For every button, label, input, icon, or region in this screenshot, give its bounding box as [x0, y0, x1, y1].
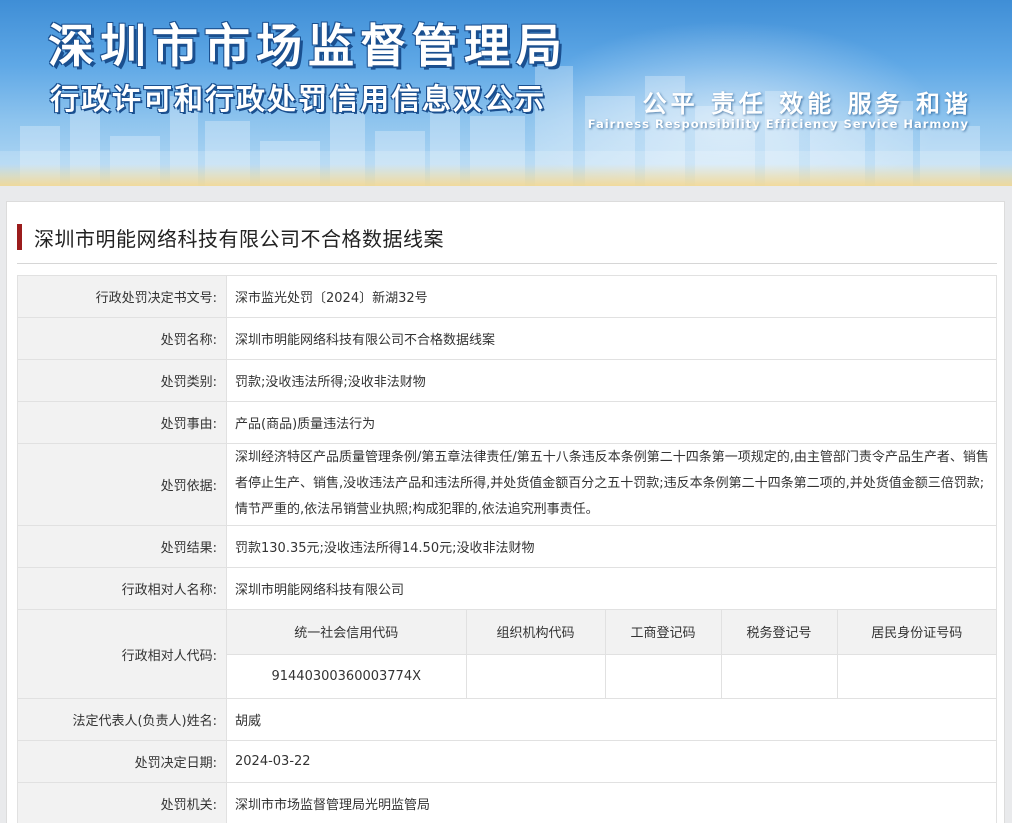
row-value: 罚款;没收违法所得;没收非法财物 [226, 359, 997, 402]
row-label: 处罚决定日期: [17, 740, 227, 783]
row-value: 罚款130.35元;没收违法所得14.50元;没收非法财物 [226, 525, 997, 568]
table-row: 处罚结果: 罚款130.35元;没收违法所得14.50元;没收非法财物 [17, 525, 997, 568]
banner-slogan: 公平 责任 效能 服务 和谐 [642, 90, 972, 118]
codes-header: 统一社会信用代码 [227, 610, 467, 655]
business-reg-value [605, 654, 722, 698]
row-value: 深圳市市场监督管理局光明监管局 [226, 782, 997, 823]
penalty-info-table: 行政处罚决定书文号: 深市监光处罚〔2024〕新湖32号 处罚名称: 深圳市明能… [17, 275, 997, 823]
table-row: 处罚类别: 罚款;没收违法所得;没收非法财物 [17, 359, 997, 402]
row-value: 深圳市明能网络科技有限公司 [226, 567, 997, 610]
case-heading: 深圳市明能网络科技有限公司不合格数据线案 [17, 222, 444, 252]
row-label: 处罚结果: [17, 525, 227, 568]
codes-header-row: 统一社会信用代码 组织机构代码 工商登记码 税务登记号 居民身份证号码 [227, 610, 996, 655]
table-row: 处罚决定日期: 2024-03-22 [17, 740, 997, 783]
table-row: 行政处罚决定书文号: 深市监光处罚〔2024〕新湖32号 [17, 275, 997, 318]
codes-header: 居民身份证号码 [837, 610, 996, 655]
row-label: 行政处罚决定书文号: [17, 275, 227, 318]
credit-code-value: 91440300360003774X [227, 654, 467, 698]
row-value: 深市监光处罚〔2024〕新湖32号 [226, 275, 997, 318]
banner-ground [0, 164, 1012, 186]
case-title: 深圳市明能网络科技有限公司不合格数据线案 [34, 226, 444, 251]
row-label: 处罚依据: [17, 443, 227, 526]
row-value: 深圳经济特区产品质量管理条例/第五章法律责任/第五十八条违反本条例第二十四条第一… [226, 443, 997, 526]
table-row: 处罚事由: 产品(商品)质量违法行为 [17, 401, 997, 444]
row-label: 处罚事由: [17, 401, 227, 444]
codes-value-row: 91440300360003774X [227, 654, 996, 698]
table-row: 行政相对人名称: 深圳市明能网络科技有限公司 [17, 567, 997, 610]
table-row: 处罚依据: 深圳经济特区产品质量管理条例/第五章法律责任/第五十八条违反本条例第… [17, 443, 997, 526]
table-row: 处罚机关: 深圳市市场监督管理局光明监管局 [17, 782, 997, 823]
codes-header: 工商登记码 [605, 610, 722, 655]
row-label: 行政相对人名称: [17, 567, 227, 610]
tax-reg-value [721, 654, 838, 698]
row-value: 2024-03-22 [226, 740, 997, 783]
row-label: 行政相对人代码: [17, 609, 227, 699]
banner-title: 深圳市市场监督管理局 [48, 19, 568, 73]
row-label: 处罚名称: [17, 317, 227, 360]
row-label: 处罚类别: [17, 359, 227, 402]
banner-slogan-english: Fairness Responsibility Efficiency Servi… [587, 117, 969, 131]
codes-cell: 统一社会信用代码 组织机构代码 工商登记码 税务登记号 居民身份证号码 9144… [226, 609, 997, 699]
row-label: 处罚机关: [17, 782, 227, 823]
codes-subtable: 统一社会信用代码 组织机构代码 工商登记码 税务登记号 居民身份证号码 9144… [227, 610, 996, 698]
row-value: 产品(商品)质量违法行为 [226, 401, 997, 444]
row-value: 深圳市明能网络科技有限公司不合格数据线案 [226, 317, 997, 360]
table-row: 法定代表人(负责人)姓名: 胡威 [17, 698, 997, 741]
id-number-value [837, 654, 996, 698]
header-banner: 深圳市市场监督管理局 行政许可和行政处罚信用信息双公示 公平 责任 效能 服务 … [0, 0, 1012, 186]
heading-divider [17, 263, 997, 264]
banner-subtitle: 行政许可和行政处罚信用信息双公示 [50, 82, 547, 116]
table-row: 处罚名称: 深圳市明能网络科技有限公司不合格数据线案 [17, 317, 997, 360]
table-row-codes: 行政相对人代码: 统一社会信用代码 组织机构代码 工商登记码 税务登记号 居民身… [17, 609, 997, 699]
content-panel: 深圳市明能网络科技有限公司不合格数据线案 行政处罚决定书文号: 深市监光处罚〔2… [6, 201, 1005, 823]
org-code-value [466, 654, 606, 698]
codes-header: 组织机构代码 [466, 610, 606, 655]
heading-accent-bar [17, 224, 22, 250]
row-label: 法定代表人(负责人)姓名: [17, 698, 227, 741]
codes-header: 税务登记号 [721, 610, 838, 655]
row-value: 胡威 [226, 698, 997, 741]
